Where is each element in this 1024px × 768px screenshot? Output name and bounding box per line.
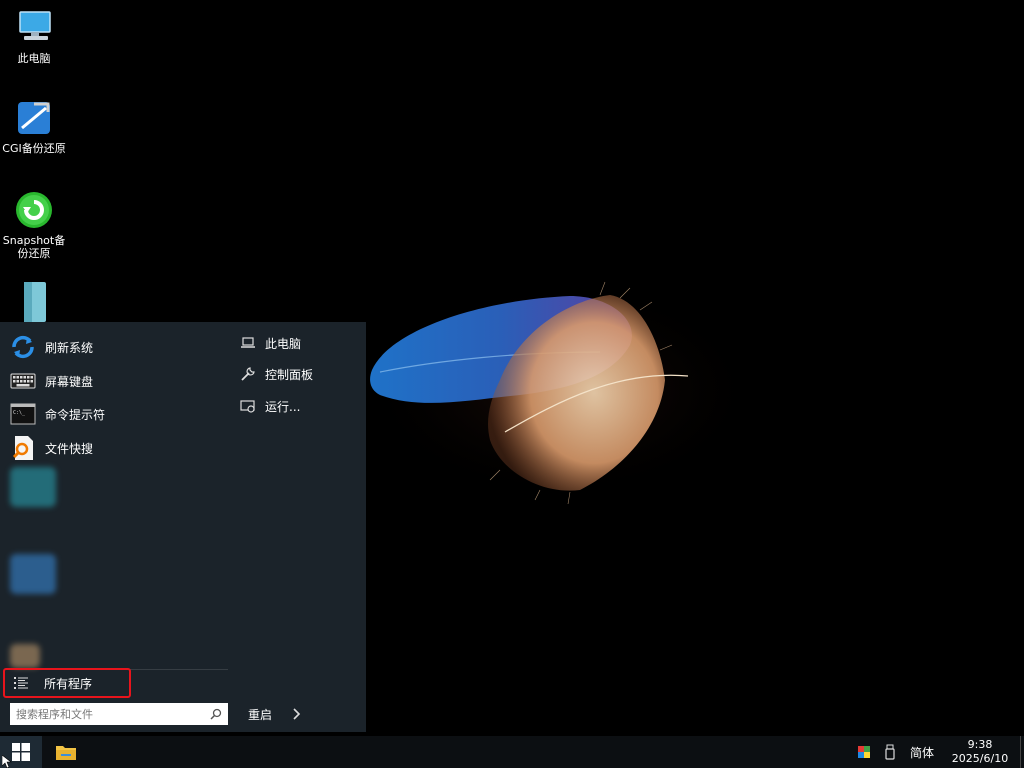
start-item-command-prompt[interactable]: C:\_ 命令提示符 <box>10 399 225 429</box>
start-item-label: 屏幕键盘 <box>45 374 94 389</box>
system-tray: 简体 9:38 2025/6/10 <box>856 736 1024 768</box>
desktop-icon-label: CGI备份还原 <box>2 142 66 155</box>
all-programs-label: 所有程序 <box>44 676 93 691</box>
start-menu-right-pane: 此电脑 控制面板 运行... 重启 <box>230 322 366 732</box>
ghost-icon <box>10 644 40 668</box>
start-link-label: 运行... <box>265 399 301 414</box>
desktop-icon-this-pc[interactable]: 此电脑 <box>0 8 68 65</box>
refresh-icon <box>12 335 34 359</box>
search-input[interactable] <box>16 704 202 724</box>
desktop-icon-snapshot[interactable]: Snapshot备份还原 <box>0 190 68 260</box>
restart-label: 重启 <box>248 707 273 722</box>
start-link-this-pc[interactable]: 此电脑 <box>240 332 301 354</box>
snapshot-icon <box>16 192 52 228</box>
ime-indicator[interactable]: 简体 <box>910 744 934 761</box>
folder-icon <box>56 746 76 760</box>
windows-logo-icon <box>12 743 30 761</box>
start-item-refresh-system[interactable]: 刷新系统 <box>10 332 225 362</box>
ghost-icon <box>10 467 56 507</box>
show-desktop-button[interactable] <box>1020 736 1024 768</box>
start-link-run[interactable]: 运行... <box>240 395 300 417</box>
start-link-label: 控制面板 <box>265 367 314 382</box>
start-item-label: 刷新系统 <box>45 340 94 355</box>
all-programs-button[interactable]: 所有程序 <box>3 668 131 698</box>
clock-time: 9:38 <box>967 738 993 751</box>
usb-drive-icon[interactable] <box>882 744 898 760</box>
restart-button[interactable]: 重启 <box>248 703 358 725</box>
chevron-right-icon[interactable] <box>292 707 302 721</box>
taskbar-file-explorer[interactable] <box>48 736 84 768</box>
desktop-icon-cgi-backup[interactable]: CGI备份还原 <box>0 98 68 155</box>
start-item-file-search[interactable]: 文件快搜 <box>10 433 225 463</box>
mouse-cursor-icon <box>2 755 12 768</box>
desktop-icon-label: 此电脑 <box>17 52 51 65</box>
start-menu-left-pane: 刷新系统 屏幕键盘 C:\_ 命令提示符 文件快搜 所有程序 搜索程序和文件 <box>0 322 230 732</box>
start-link-label: 此电脑 <box>265 336 302 351</box>
clock-date: 2025/6/10 <box>951 752 1009 765</box>
cgi-backup-icon <box>18 102 50 134</box>
desktop-icon-partial[interactable] <box>0 282 68 326</box>
taskbar: 简体 9:38 2025/6/10 <box>0 736 1024 768</box>
ghost-icon <box>10 554 56 594</box>
wrench-icon <box>241 367 255 381</box>
search-icon[interactable] <box>210 708 222 720</box>
color-grid-icon[interactable] <box>856 744 872 760</box>
svg-text:C:\_: C:\_ <box>13 410 26 416</box>
file-search-icon <box>12 436 33 460</box>
start-item-label: 文件快搜 <box>45 441 94 456</box>
document-icon <box>24 282 46 322</box>
desktop-icon-label: Snapshot备份还原 <box>2 234 66 260</box>
search-box[interactable] <box>10 703 228 725</box>
start-link-control-panel[interactable]: 控制面板 <box>240 363 313 385</box>
start-menu: 刷新系统 屏幕键盘 C:\_ 命令提示符 文件快搜 所有程序 搜索程序和文件 此… <box>0 322 366 732</box>
laptop-icon <box>241 337 255 348</box>
list-icon <box>14 677 28 689</box>
run-icon <box>240 400 255 413</box>
start-item-screen-keyboard[interactable]: 屏幕键盘 <box>10 366 225 396</box>
start-item-label: 命令提示符 <box>45 407 106 422</box>
cmd-icon: C:\_ <box>10 403 36 425</box>
computer-icon <box>19 11 51 40</box>
keyboard-icon <box>10 373 36 389</box>
clock[interactable]: 9:38 2025/6/10 <box>948 738 1012 766</box>
